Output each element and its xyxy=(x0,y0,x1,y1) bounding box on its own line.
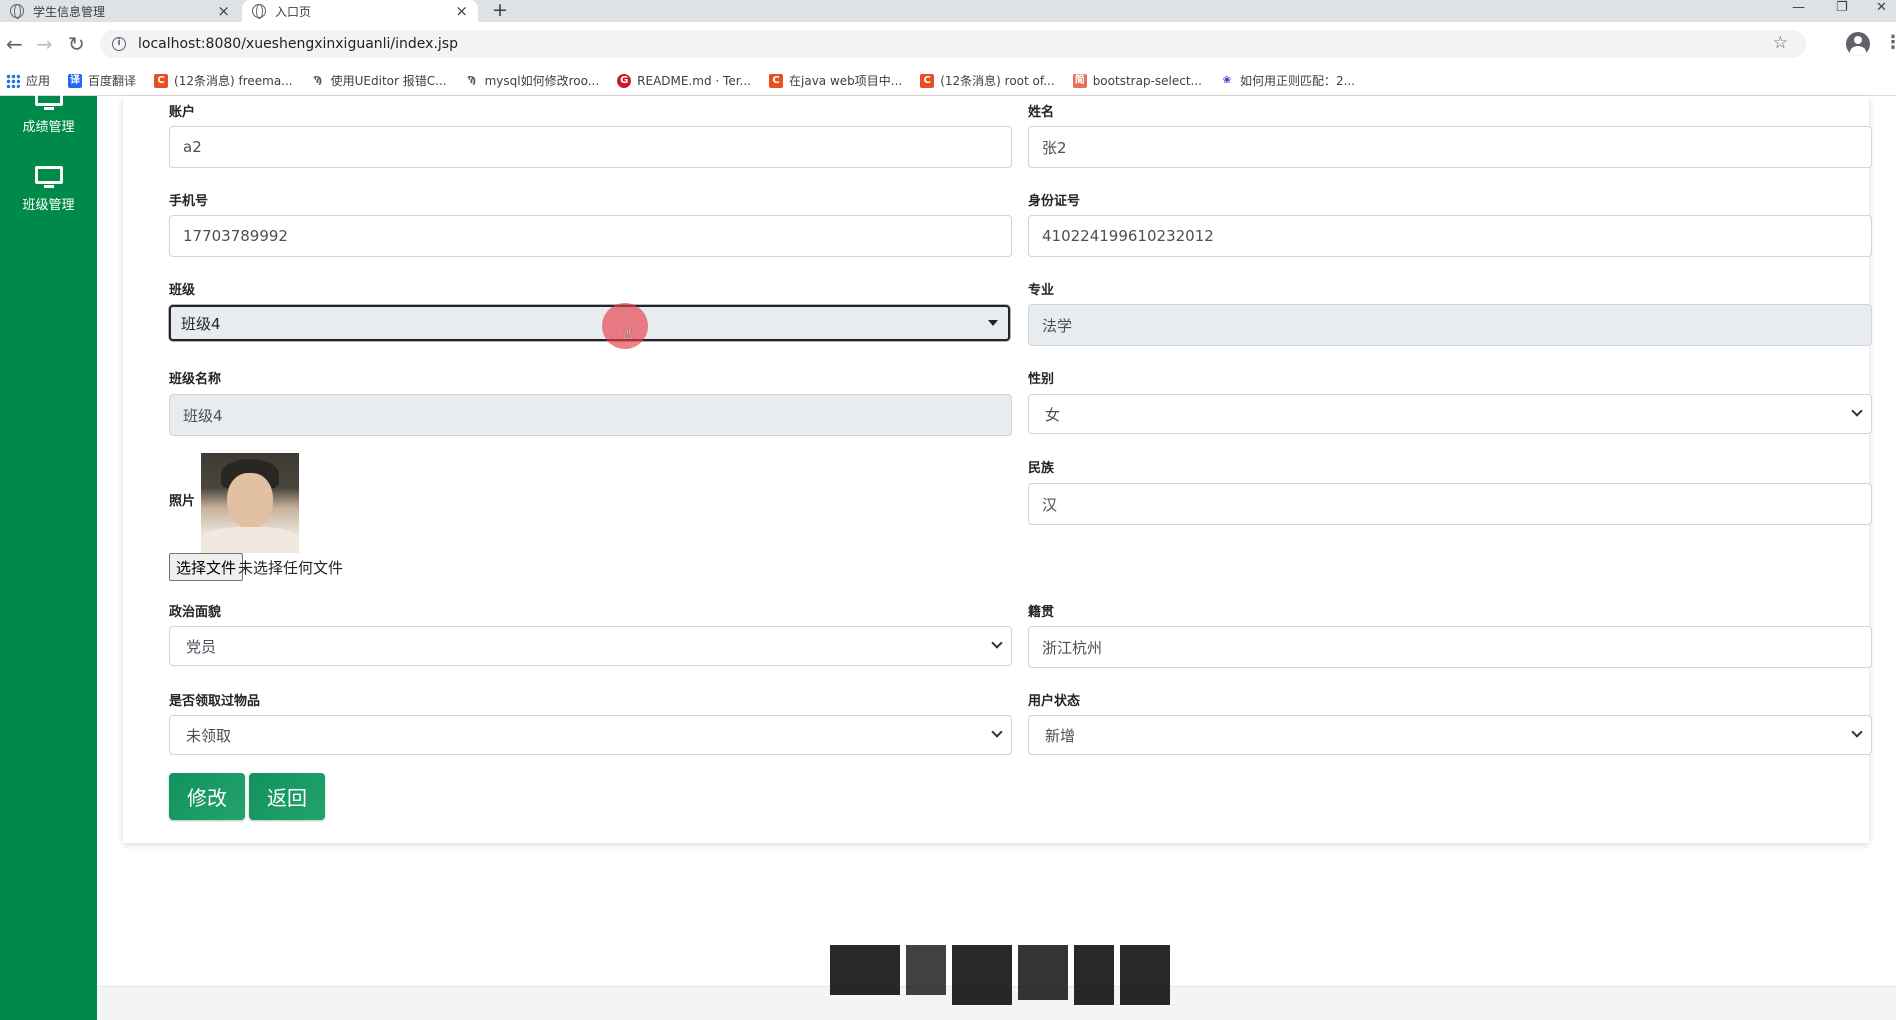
major-label: 专业 xyxy=(1028,283,1055,298)
chevron-down-icon xyxy=(991,637,1003,649)
tab-title: 入口页 xyxy=(275,4,312,19)
bookmark-ueditor[interactable]: Ϡ 使用UEditor 报错C... xyxy=(311,72,447,89)
restore-button[interactable]: ❐ xyxy=(1836,0,1848,22)
ethnicity-input[interactable]: 汉 xyxy=(1028,483,1872,525)
bookmark-regex[interactable]: ❀ 如何用正则匹配：2... xyxy=(1220,72,1355,89)
baidu-translate-icon: 译 xyxy=(68,73,83,88)
edit-student-form: 账户 a2 姓名 张2 手机号 17703789992 身份证号 4102241… xyxy=(123,96,1872,843)
bookmark-gitee-readme[interactable]: G README.md · Ter... xyxy=(617,73,751,88)
id-card-input[interactable]: 410224199610232012 xyxy=(1028,215,1872,257)
status-label: 用户状态 xyxy=(1028,694,1081,709)
pixelated-watermark xyxy=(830,945,1170,1005)
tab-entry-page[interactable]: 入口页 × xyxy=(242,0,478,22)
gitee-icon: G xyxy=(617,73,632,88)
sidebar-item-label: 班级管理 xyxy=(22,198,75,213)
browser-toolbar: ← → ↻ i localhost:8080/xueshengxinxiguan… xyxy=(0,22,1896,66)
forward-arrow-icon[interactable]: → xyxy=(36,31,53,57)
bookmark-apps[interactable]: 应用 xyxy=(6,72,50,89)
class-name-input[interactable]: 班级4 xyxy=(169,394,1012,436)
mysql-icon: Ϡ xyxy=(466,74,477,86)
sidebar-item-classes[interactable]: 班级管理 xyxy=(0,166,97,213)
modify-button[interactable]: 修改 xyxy=(169,773,245,820)
status-select[interactable]: 新增 xyxy=(1028,715,1872,755)
ueditor-icon: Ϡ xyxy=(313,74,323,86)
csdn-icon: C xyxy=(154,73,169,88)
name-label: 姓名 xyxy=(1028,105,1055,120)
minimize-button[interactable]: — xyxy=(1792,0,1805,22)
gender-label: 性别 xyxy=(1028,372,1055,387)
back-arrow-icon[interactable]: ← xyxy=(6,31,23,57)
gender-select[interactable]: 女 xyxy=(1028,394,1872,434)
political-label: 政治面貌 xyxy=(169,605,222,620)
student-photo xyxy=(201,453,299,553)
chevron-down-icon xyxy=(1851,405,1863,417)
id-card-label: 身份证号 xyxy=(1028,194,1081,209)
class-name-label: 班级名称 xyxy=(169,372,222,387)
close-icon[interactable]: × xyxy=(455,2,468,20)
political-select-value: 党员 xyxy=(186,637,217,656)
sidebar-item-grades[interactable]: 成绩管理 xyxy=(0,88,97,135)
bookmarks-bar: 应用 译百度翻译 C (12条消息) freema... Ϡ 使用UEditor 报… xyxy=(0,66,1896,96)
name-input[interactable]: 张2 xyxy=(1028,126,1872,168)
close-window-button[interactable]: ✕ xyxy=(1876,0,1887,22)
status-select-value: 新增 xyxy=(1045,726,1076,745)
chevron-down-icon xyxy=(1851,726,1863,738)
bookmark-bootstrap-select[interactable]: 简 bootstrap-select... xyxy=(1072,73,1202,88)
bookmark-java-web[interactable]: C 在java web项目中... xyxy=(769,72,902,89)
globe-icon xyxy=(252,4,266,19)
bookmark-csdn-freemarker[interactable]: C (12条消息) freema... xyxy=(154,72,293,89)
received-select-value: 未领取 xyxy=(186,726,232,745)
file-status-text: 未选择任何文件 xyxy=(238,559,344,577)
class-select-value: 班级4 xyxy=(181,314,221,333)
info-icon[interactable]: i xyxy=(112,37,126,51)
phone-label: 手机号 xyxy=(169,194,209,209)
class-label: 班级 xyxy=(169,283,196,298)
profile-icon[interactable] xyxy=(1846,32,1870,56)
tab-student-info[interactable]: 学生信息管理 × xyxy=(0,0,240,22)
caret-down-icon xyxy=(988,320,998,326)
hand-cursor-icon: ☝ xyxy=(623,324,633,343)
received-label: 是否领取过物品 xyxy=(169,694,261,709)
origin-label: 籍贯 xyxy=(1028,605,1055,620)
more-menu-icon[interactable]: ⋮ xyxy=(1884,32,1896,53)
browser-tab-bar: 学生信息管理 × 入口页 × + — ❐ ✕ xyxy=(0,0,1896,22)
class-select[interactable]: 班级4 xyxy=(169,305,1010,341)
globe-icon xyxy=(10,4,24,19)
monitor-icon xyxy=(34,166,63,188)
close-icon[interactable]: × xyxy=(217,2,230,20)
monitor-icon xyxy=(34,88,63,110)
phone-input[interactable]: 17703789992 xyxy=(169,215,1012,257)
gender-select-value: 女 xyxy=(1045,405,1061,424)
jianshu-icon: 简 xyxy=(1072,73,1087,88)
photo-label: 照片 xyxy=(169,494,196,509)
bookmark-csdn-root[interactable]: C (12条消息) root of... xyxy=(920,72,1055,89)
back-button[interactable]: 返回 xyxy=(249,773,325,820)
sidebar: 成绩管理 班级管理 xyxy=(0,88,97,1020)
sidebar-item-label: 成绩管理 xyxy=(22,120,75,135)
main-content: 账户 a2 姓名 张2 手机号 17703789992 身份证号 4102241… xyxy=(97,96,1896,1020)
bookmark-baidu-translate[interactable]: 译百度翻译 xyxy=(68,72,136,89)
choose-file-button[interactable]: 选择文件 xyxy=(169,553,244,581)
star-icon[interactable]: ☆ xyxy=(1773,33,1788,53)
ethnicity-label: 民族 xyxy=(1028,461,1055,476)
baidu-paw-icon: ❀ xyxy=(1222,74,1232,86)
tab-title: 学生信息管理 xyxy=(33,4,106,19)
url-text: localhost:8080/xueshengxinxiguanli/index… xyxy=(138,36,458,52)
new-tab-button[interactable]: + xyxy=(492,0,508,20)
bookmark-mysql[interactable]: Ϡmysql如何修改roo... xyxy=(465,72,599,89)
received-select[interactable]: 未领取 xyxy=(169,715,1012,755)
major-input[interactable]: 法学 xyxy=(1028,304,1872,346)
csdn-icon: C xyxy=(769,73,783,88)
account-input[interactable]: a2 xyxy=(169,126,1012,168)
csdn-icon: C xyxy=(920,73,935,88)
chevron-down-icon xyxy=(991,726,1003,738)
reload-icon[interactable]: ↻ xyxy=(68,31,85,57)
apps-grid-icon xyxy=(6,73,20,88)
account-label: 账户 xyxy=(169,105,196,120)
origin-input[interactable]: 浙江杭州 xyxy=(1028,626,1872,668)
address-bar[interactable]: i localhost:8080/xueshengxinxiguanli/ind… xyxy=(100,30,1806,58)
political-select[interactable]: 党员 xyxy=(169,626,1012,666)
